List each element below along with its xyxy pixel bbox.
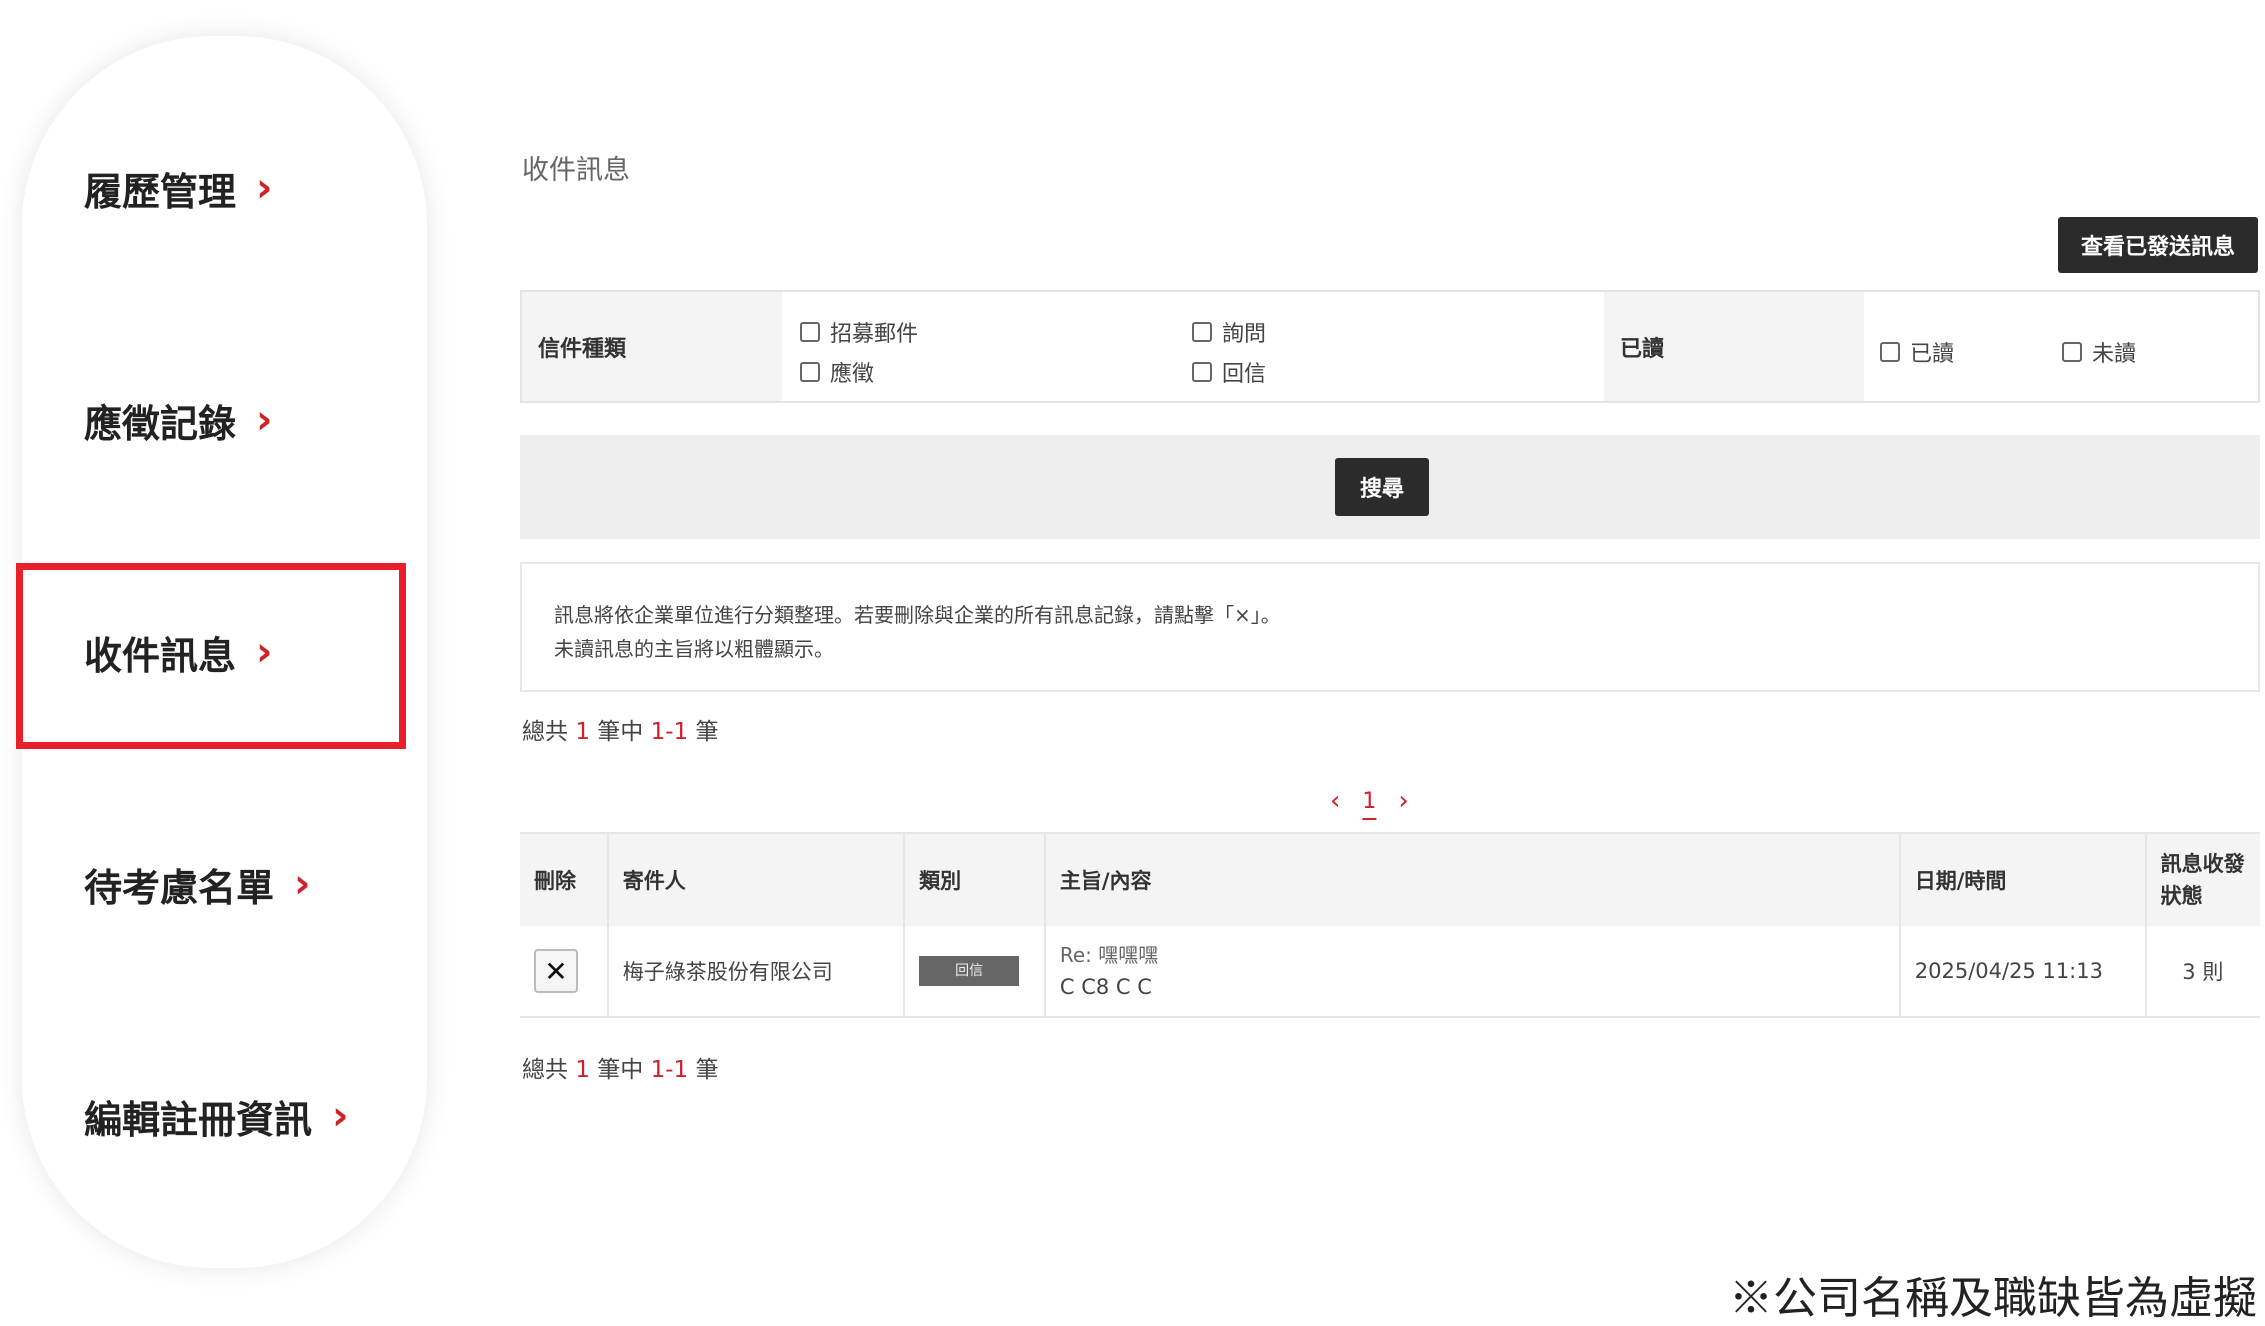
sender-cell: 梅子綠茶股份有限公司 <box>607 926 906 1018</box>
chevron-right-icon: › <box>294 861 311 907</box>
pagination: ‹ 1 › <box>1330 786 1409 816</box>
header-subject: 主旨/內容 <box>1044 832 1901 926</box>
checkbox-icon[interactable] <box>1880 342 1900 362</box>
sidebar-item-label: 履歷管理 <box>84 169 237 214</box>
message-subject[interactable]: Re: 嘿嘿嘿 <box>1060 939 1898 971</box>
total-count: 總共 1 筆中 1-1 筆 <box>522 719 719 745</box>
type-filter-label: 信件種類 <box>522 292 782 401</box>
notice-box: 訊息將依企業單位進行分類整理。若要刪除與企業的所有訊息記錄，請點擊「×」。 未讀… <box>520 562 2260 692</box>
notice-line: 未讀訊息的主旨將以粗體顯示。 <box>554 637 834 661</box>
page-number[interactable]: 1 <box>1362 789 1376 814</box>
messages-table: 刪除 寄件人 類別 主旨/內容 日期/時間 訊息收發狀態 ✕ 梅子綠茶股份有限公… <box>520 832 2260 1018</box>
read-filter-label: 已讀 <box>1604 292 1864 401</box>
chevron-right-icon: › <box>256 165 273 211</box>
search-button[interactable]: 搜尋 <box>1335 458 1429 516</box>
checkbox-icon[interactable] <box>800 322 820 342</box>
delete-x-button[interactable]: ✕ <box>534 949 578 993</box>
chevron-right-icon: › <box>332 1093 349 1139</box>
inbox-highlight-box <box>16 563 406 749</box>
chevron-right-icon: › <box>256 397 273 443</box>
category-badge: 回信 <box>919 956 1020 986</box>
checkbox-read[interactable]: 已讀 <box>1880 336 1954 368</box>
prev-page-icon[interactable]: ‹ <box>1330 786 1340 816</box>
header-category: 類別 <box>904 832 1046 926</box>
sidebar-item-label: 應徵記錄 <box>84 401 237 446</box>
status-cell: 3 則 <box>2145 926 2260 1018</box>
notice-line: 訊息將依企業單位進行分類整理。若要刪除與企業的所有訊息記錄，請點擊「×」。 <box>554 603 1281 627</box>
checkbox-icon[interactable] <box>800 362 820 382</box>
header-datetime: 日期/時間 <box>1899 832 2147 926</box>
search-bar: 搜尋 <box>520 435 2260 539</box>
table-row[interactable]: ✕ 梅子綠茶股份有限公司 回信 Re: 嘿嘿嘿 C C8 C C 2025/04… <box>520 926 2260 1018</box>
view-sent-messages-button[interactable]: 查看已發送訊息 <box>2058 217 2258 273</box>
checkbox-icon[interactable] <box>1192 362 1212 382</box>
sidebar-item-label: 編輯註冊資訊 <box>84 1097 313 1142</box>
header-sender: 寄件人 <box>607 832 906 926</box>
header-delete: 刪除 <box>520 832 609 926</box>
total-count-bottom: 總共 1 筆中 1-1 筆 <box>522 1057 719 1083</box>
disclaimer-footnote: ※公司名稱及職缺皆為虛擬 <box>1729 1273 2257 1324</box>
filter-panel: 信件種類 招募郵件 詢問 應徵 回信 已讀 已讀 未讀 <box>520 290 2260 403</box>
datetime-cell: 2025/04/25 11:13 <box>1899 926 2147 1018</box>
sidebar-item-applications[interactable]: 應徵記錄 › <box>22 360 427 480</box>
message-preview: C C8 C C <box>1059 975 1152 999</box>
checkbox-reply[interactable]: 回信 <box>1192 356 1266 388</box>
checkbox-icon[interactable] <box>1192 322 1212 342</box>
checkbox-unread[interactable]: 未讀 <box>2062 336 2136 368</box>
next-page-icon[interactable]: › <box>1398 786 1408 816</box>
sidebar-item-shortlist[interactable]: 待考慮名單 › <box>22 824 427 944</box>
header-status: 訊息收發狀態 <box>2145 832 2260 926</box>
checkbox-application[interactable]: 應徵 <box>800 356 874 388</box>
checkbox-inquiry[interactable]: 詢問 <box>1192 316 1266 348</box>
checkbox-recruit-mail[interactable]: 招募郵件 <box>800 316 918 348</box>
checkbox-icon[interactable] <box>2062 342 2082 362</box>
sidebar-item-resume[interactable]: 履歷管理 › <box>22 128 427 248</box>
sidebar-item-edit-registration[interactable]: 編輯註冊資訊 › <box>22 1056 427 1176</box>
page-title: 收件訊息 <box>522 155 630 186</box>
sidebar-item-label: 待考慮名單 <box>84 865 275 910</box>
